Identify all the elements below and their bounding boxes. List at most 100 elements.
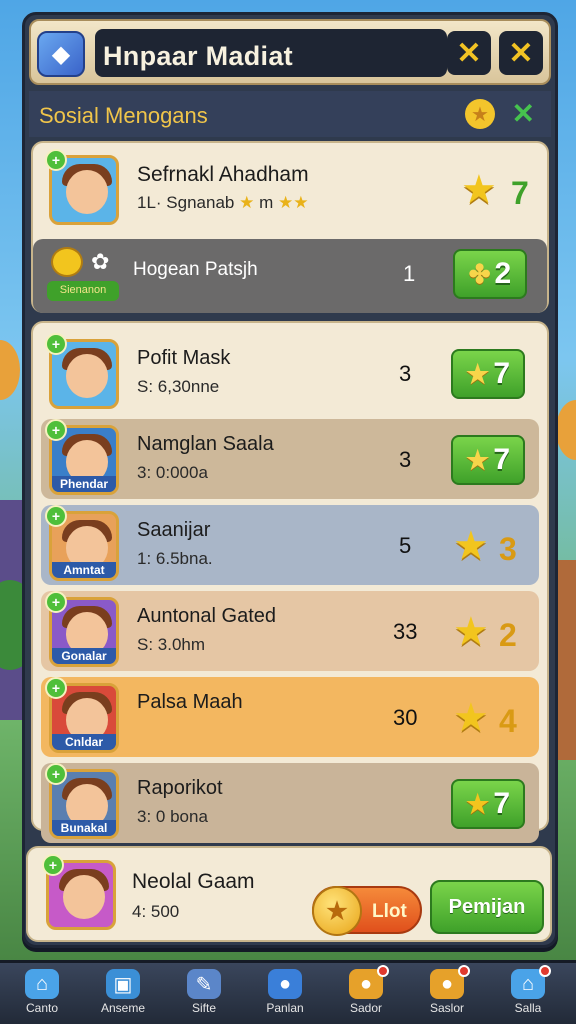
scenery-ball-left xyxy=(0,340,20,400)
star-icon: ★ xyxy=(466,788,490,819)
list-item[interactable]: + Gonalar Auntonal Gated S: 3.0hm 33 ★ 2 xyxy=(41,591,539,671)
nav-item-anseme[interactable]: ▣ Anseme xyxy=(87,969,159,1024)
reward-count: 1 xyxy=(403,261,416,286)
list-item[interactable]: + Pofit Mask S: 6,30nne 3 ★ 7 xyxy=(41,333,539,413)
friends-list: + Pofit Mask S: 6,30nne 3 ★ 7 + Phendar N… xyxy=(31,321,549,843)
star-icon: ★ xyxy=(466,444,490,475)
title-bar: ◆ Hnpaar Madiat ✕ ✕ xyxy=(29,19,551,85)
player-count: 3 xyxy=(399,447,412,472)
player-count: 3 xyxy=(399,361,412,386)
star-value: 4 xyxy=(499,703,517,739)
reward-badge: Sienanon xyxy=(47,281,119,301)
nav-item-panlan[interactable]: ● Panlan xyxy=(249,969,321,1024)
coin-button[interactable]: ★ Llot xyxy=(312,886,422,936)
avatar-badge: Phendar xyxy=(52,476,116,492)
list-item[interactable]: + Phendar Namglan Saala 3: 0:000a 3 ★ 7 xyxy=(41,419,539,499)
nav-icon: ▣ xyxy=(106,969,140,999)
nav-icon: ⌂ xyxy=(511,965,551,999)
player-subtitle: 3: 0:000a xyxy=(137,463,208,482)
player-subtitle: 3: 0 bona xyxy=(137,807,208,826)
section-close-icon[interactable]: ✕ xyxy=(512,97,535,130)
section-title: Sosial Menogans xyxy=(39,103,208,128)
add-icon[interactable]: + xyxy=(45,591,67,613)
notification-dot xyxy=(539,965,551,977)
nav-item-saslor[interactable]: ● Saslor xyxy=(411,965,483,1024)
avatar-badge: Amntat xyxy=(52,562,116,578)
add-icon[interactable]: + xyxy=(45,677,67,699)
nav-icon: ● xyxy=(268,969,302,999)
nav-item-canto[interactable]: ⌂ Canto xyxy=(6,969,78,1024)
reward-label: Hogean Patsjh xyxy=(133,259,258,280)
player-subtitle: 1L· Sgnanab ★ m ★★ xyxy=(137,193,309,212)
gold-star-icon: ★ xyxy=(453,610,489,654)
player-name: Saanijar xyxy=(137,519,211,541)
nav-item-sador[interactable]: ● Sador xyxy=(330,965,402,1024)
my-score: 4: 500 xyxy=(132,902,180,921)
player-name: Raporikot xyxy=(137,777,223,799)
gear-icon: ✿ xyxy=(91,249,110,274)
star-value: 3 xyxy=(499,531,517,567)
nav-label: Canto xyxy=(25,1001,59,1015)
scenery-ball-right xyxy=(556,400,576,460)
add-icon[interactable]: + xyxy=(45,149,67,171)
add-icon[interactable]: + xyxy=(45,419,67,441)
star-coin-icon: ★ xyxy=(312,886,362,936)
nav-icon: ● xyxy=(430,965,470,999)
bottom-nav: ⌂ Canto ▣ Anseme ✎ Sifte ● Panlan ● Sado… xyxy=(0,960,576,1024)
nav-label: Saslor xyxy=(429,1001,464,1015)
play-button[interactable]: Pemijan xyxy=(430,880,544,934)
section-header: Sosial Menogans ★ ✕ xyxy=(29,91,551,137)
player-subtitle: S: 3.0hm xyxy=(137,635,206,654)
player-subtitle: S: 6,30nne xyxy=(137,377,220,396)
app-logo-icon: ◆ xyxy=(37,31,85,77)
featured-player-card: + Sefrnakl Ahadham 1L· Sgnanab ★ m ★★ ★ … xyxy=(31,141,549,313)
star-value-button[interactable]: ★ 7 xyxy=(451,779,525,829)
gold-star-icon: ★ xyxy=(453,524,489,568)
avatar-badge: Bunakal xyxy=(52,820,116,836)
gold-star-icon: ★ xyxy=(453,696,489,740)
player-count: 33 xyxy=(393,619,418,644)
reward-row[interactable]: ✿ Sienanon Hogean Patsjh 1 ✤ 2 xyxy=(33,239,547,313)
featured-player-row[interactable]: + Sefrnakl Ahadham 1L· Sgnanab ★ m ★★ ★ … xyxy=(41,149,539,229)
player-name: Sefrnakl Ahadham xyxy=(137,163,309,186)
nav-icon: ✎ xyxy=(187,969,221,999)
nav-icon: ● xyxy=(349,965,389,999)
player-count: 5 xyxy=(399,533,412,558)
avatar-badge: Cnldar xyxy=(52,734,116,750)
nav-item-salla[interactable]: ⌂ Salla xyxy=(492,965,564,1024)
nav-label: Panlan xyxy=(266,1001,304,1015)
reward-claim-button[interactable]: ✤ 2 xyxy=(453,249,527,299)
list-item[interactable]: + Bunakal Raporikot 3: 0 bona ★ 7 xyxy=(41,763,539,843)
player-subtitle: 1: 6.5bna. xyxy=(137,549,213,568)
nav-icon: ⌂ xyxy=(25,969,59,999)
avatar-badge: Gonalar xyxy=(52,648,116,664)
nav-label: Salla xyxy=(514,1001,542,1015)
player-name: Namglan Saala xyxy=(137,433,274,455)
gold-star-icon: ★ xyxy=(461,168,497,212)
star-value-button[interactable]: ★ 7 xyxy=(451,435,525,485)
add-icon[interactable]: + xyxy=(42,854,64,876)
add-icon[interactable]: + xyxy=(45,333,67,355)
add-icon[interactable]: + xyxy=(45,763,67,785)
star-icon: ★ xyxy=(466,358,490,389)
add-icon[interactable]: + xyxy=(45,505,67,527)
star-value: 2 xyxy=(499,617,517,653)
player-count: 30 xyxy=(393,705,418,730)
favorite-star-icon[interactable]: ★ xyxy=(465,99,495,129)
panel-title: Hnpaar Madiat xyxy=(103,41,293,71)
nav-label: Sador xyxy=(349,1001,383,1015)
coin-icon xyxy=(51,247,83,277)
close-icon-secondary[interactable]: ✕ xyxy=(447,31,491,75)
social-panel: ◆ Hnpaar Madiat ✕ ✕ Sosial Menogans ★ ✕ … xyxy=(22,12,558,948)
star-icon: ✤ xyxy=(468,258,491,289)
my-name: Neolal Gaam xyxy=(132,870,255,893)
player-name: Auntonal Gated xyxy=(137,605,276,627)
my-player-card: + Neolal Gaam 4: 500 ★ Llot Pemijan xyxy=(26,846,552,942)
list-item[interactable]: + Cnldar Palsa Maah 30 ★ 4 xyxy=(41,677,539,757)
star-value-button[interactable]: ★ 7 xyxy=(451,349,525,399)
nav-item-sifte[interactable]: ✎ Sifte xyxy=(168,969,240,1024)
list-item[interactable]: + Amntat Saanijar 1: 6.5bna. 5 ★ 3 xyxy=(41,505,539,585)
player-name: Palsa Maah xyxy=(137,691,243,713)
close-icon[interactable]: ✕ xyxy=(499,31,543,75)
nav-label: Sifte xyxy=(191,1001,216,1015)
